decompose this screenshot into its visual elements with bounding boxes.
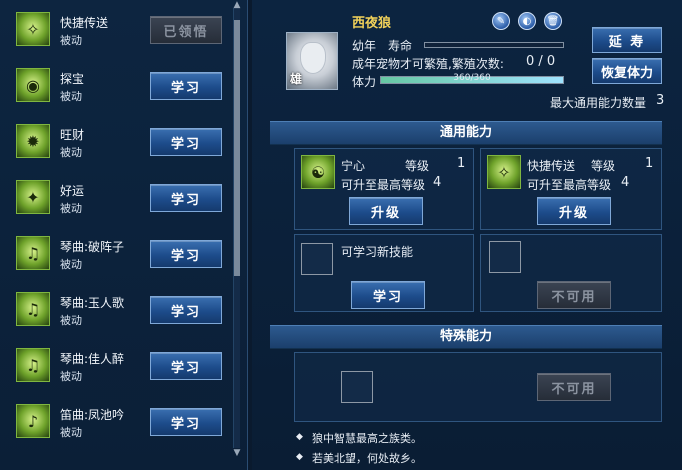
coins-icon: ✹ — [16, 124, 50, 158]
rename-icon[interactable]: ✎ — [492, 12, 510, 30]
note-2: 若美北望，何处故乡。 — [312, 452, 422, 465]
skill-type: 被动 — [60, 426, 82, 439]
ability-1-level: 1 — [457, 156, 466, 171]
skill-list-item: ✦ 好运被动 学习 — [8, 173, 230, 227]
music-icon: ♫ — [16, 292, 50, 326]
empty-slot-4[interactable] — [489, 241, 521, 273]
flute-icon: ♪ — [16, 404, 50, 438]
trash-icon[interactable]: 🗑 — [544, 12, 562, 30]
teleport-icon: ✧ — [487, 155, 521, 189]
skill-list-item: ♫ 琴曲:佳人醉 被动 学习 — [8, 341, 230, 395]
scroll-thumb[interactable] — [234, 20, 240, 276]
ability-slot-2: ✧ 快捷传送 等级 1 可升至最高等级 4 升级 — [480, 148, 662, 230]
extend-life-button[interactable]: 延 寿 — [592, 27, 662, 53]
bullet-icon: ◆ — [296, 452, 303, 462]
scroll-up-icon[interactable]: ▲ — [231, 0, 243, 10]
skill-list-item: ✹ 旺财被动 学习 — [8, 117, 230, 171]
skill-name: 旺财 — [60, 128, 85, 142]
pet-name: 西夜狼 — [352, 16, 392, 31]
max-ability-value: 3 — [656, 93, 665, 108]
ability-slot-3: 可学习新技能 学习 — [294, 234, 474, 312]
bullet-icon: ◆ — [296, 432, 303, 442]
music-icon: ♫ — [16, 348, 50, 382]
skill-type: 被动 — [60, 314, 82, 327]
learn-new-skill-button[interactable]: 学习 — [351, 281, 425, 309]
ability-1-name: 宁心 — [341, 159, 366, 173]
skill-name: 快捷传送 — [60, 16, 109, 30]
skill-name: 好运 — [60, 184, 85, 198]
special-ability-slot: 不可用 — [294, 352, 662, 422]
skill-list-item: ◉ 探宝被动 学习 — [8, 61, 230, 115]
skill-list-panel: ✧ 快捷传送 被动 已领悟 ◉ 探宝 被动 学习 ✹ 旺财 被动 学习 ✦ 好运 被动 学习 ♫ 琴曲:破阵子 被动… — [0, 0, 248, 470]
pet-detail-panel: 雄 西夜狼 ✎ ◐ 🗑 幼年 寿命 成年宠物才可繁殖,繁殖次数: 0 / 0 体… — [252, 0, 682, 470]
max-ability-label: 最大通用能力数量 — [550, 96, 647, 110]
ability-2-level-label: 等级 — [591, 159, 616, 173]
upgrade-button-2[interactable]: 升级 — [537, 197, 611, 225]
unavailable-button-special: 不可用 — [537, 373, 611, 401]
ability-slot-4: 不可用 — [480, 234, 662, 312]
learn-button[interactable]: 学习 — [150, 128, 222, 156]
note-1: 狼中智慧最高之族类。 — [312, 432, 422, 445]
special-abilities-title: 特殊能力 — [270, 325, 662, 349]
skill-name: 探宝 — [60, 72, 85, 86]
skill-type: 被动 — [60, 90, 82, 103]
skill-list-item: ♫ 琴曲:玉人歌 被动 学习 — [8, 285, 230, 339]
lifespan-bar — [424, 42, 564, 48]
skill-name: 笛曲:凤池吟 — [60, 408, 125, 422]
skill-type: 被动 — [60, 34, 82, 47]
empty-slot-3[interactable] — [301, 243, 333, 275]
skill-type: 被动 — [60, 258, 82, 271]
ability-2-max-text: 可升至最高等级 — [527, 178, 612, 192]
skill-name: 琴曲:破阵子 — [60, 240, 125, 254]
eye-icon: ◉ — [16, 68, 50, 102]
learn-button[interactable]: 学习 — [150, 408, 222, 436]
skill-type: 被动 — [60, 146, 82, 159]
unavailable-button-general: 不可用 — [537, 281, 611, 309]
ability-1-max: 4 — [433, 175, 442, 190]
restore-stamina-button[interactable]: 恢复体力 — [592, 58, 662, 84]
ability-2-max: 4 — [621, 175, 630, 190]
upgrade-button-1[interactable]: 升级 — [349, 197, 423, 225]
stamina-label: 体力 — [352, 75, 377, 89]
stamina-bar: 360/360 — [380, 73, 564, 84]
meditate-icon: ☯ — [301, 155, 335, 189]
skill-list-item: ✧ 快捷传送被动 已领悟 — [8, 5, 230, 59]
ability-slot-1: ☯ 宁心 等级 1 可升至最高等级 4 升级 — [294, 148, 474, 230]
luck-icon: ✦ — [16, 180, 50, 214]
skill-name: 琴曲:玉人歌 — [60, 296, 125, 310]
learn-button[interactable]: 学习 — [150, 72, 222, 100]
skill-type: 被动 — [60, 370, 82, 383]
lifespan-label: 寿命 — [388, 39, 413, 53]
learnable-text: 可学习新技能 — [341, 245, 414, 259]
empty-slot-special[interactable] — [341, 371, 373, 403]
learn-button[interactable]: 学习 — [150, 184, 222, 212]
learn-button[interactable]: 学习 — [150, 240, 222, 268]
breed-text: 成年宠物才可繁殖,繁殖次数: — [352, 57, 504, 71]
skill-name: 琴曲:佳人醉 — [60, 352, 125, 366]
ability-2-level: 1 — [645, 156, 654, 171]
skill-list-scrollbar[interactable]: ▲ ▼ — [233, 0, 240, 458]
pet-stage: 幼年 — [352, 39, 377, 53]
wolf-icon — [301, 43, 325, 73]
ability-2-name: 快捷传送 — [527, 159, 576, 173]
learned-button: 已领悟 — [150, 16, 222, 44]
pet-gender: 雄 — [290, 72, 303, 86]
skill-type: 被动 — [60, 202, 82, 215]
learn-button[interactable]: 学习 — [150, 352, 222, 380]
pet-portrait: 雄 — [286, 32, 338, 90]
feed-icon[interactable]: ◐ — [518, 12, 536, 30]
stamina-value: 360/360 — [453, 73, 491, 83]
skill-list-item: ♫ 琴曲:破阵子 被动 学习 — [8, 229, 230, 283]
scroll-down-icon[interactable]: ▼ — [231, 448, 243, 458]
breed-count: 0 / 0 — [526, 54, 556, 69]
ability-1-level-label: 等级 — [405, 159, 430, 173]
skill-list-item: ♪ 笛曲:凤池吟 被动 学习 — [8, 397, 230, 451]
teleport-icon: ✧ — [16, 12, 50, 46]
general-abilities-title: 通用能力 — [270, 121, 662, 145]
ability-1-max-text: 可升至最高等级 — [341, 178, 426, 192]
learn-button[interactable]: 学习 — [150, 296, 222, 324]
music-icon: ♫ — [16, 236, 50, 270]
